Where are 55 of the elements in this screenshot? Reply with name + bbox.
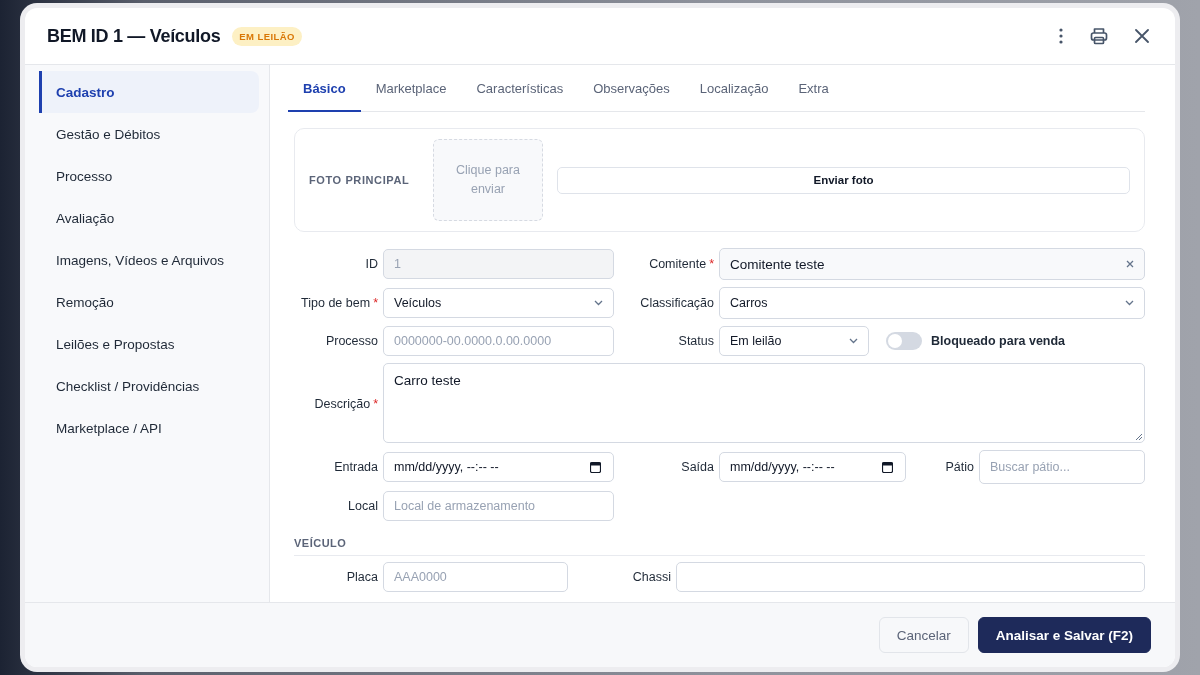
select-field[interactable]: Em leilão: [719, 326, 869, 356]
tab[interactable]: Básico: [288, 65, 361, 112]
clear-icon[interactable]: [1126, 260, 1134, 268]
field-label: Placa: [345, 570, 378, 584]
sidebar-item[interactable]: Gestão e Débitos: [39, 113, 259, 155]
chevron-icon: [849, 338, 858, 344]
sidebar-item[interactable]: Remoção: [39, 281, 259, 323]
sidebar-item[interactable]: Marketplace / API: [39, 407, 259, 449]
section-title: VEÍCULO: [294, 537, 1145, 556]
field-label: Classificação: [639, 296, 714, 310]
date-field[interactable]: mm/dd/yyyy, --:-- --: [383, 452, 614, 482]
field-label: Comitente *: [648, 257, 714, 271]
status-badge: EM LEILÃO: [232, 26, 302, 46]
combo-field[interactable]: Comitente teste: [719, 248, 1145, 280]
resize-grip-icon: [1135, 433, 1142, 440]
photo-label: FOTO PRINCIPAL: [309, 174, 411, 186]
field-label: Entrada: [333, 460, 378, 474]
textarea-field[interactable]: Carro teste: [383, 363, 1145, 443]
printer-icon[interactable]: [1090, 27, 1108, 45]
field-label: Chassi: [631, 570, 671, 584]
save-button[interactable]: Analisar e Salvar (F2): [977, 617, 1151, 653]
tab[interactable]: Observações: [578, 65, 685, 112]
upload-button[interactable]: Enviar foto: [557, 166, 1130, 194]
field-label: Processo: [324, 334, 378, 348]
sidebar-item[interactable]: Cadastro: [39, 71, 259, 113]
calendar-icon: [882, 461, 893, 473]
input-field[interactable]: [676, 562, 1145, 592]
cancel-button[interactable]: Cancelar: [878, 617, 969, 653]
chevron-icon: [1125, 300, 1134, 306]
sidebar-item[interactable]: Checklist / Providências: [39, 365, 259, 407]
calendar-icon: [590, 461, 601, 473]
chevron-icon: [594, 300, 603, 306]
more-icon[interactable]: [1059, 28, 1063, 44]
field-label: ID: [364, 257, 378, 271]
select-field[interactable]: Veículos: [383, 288, 614, 318]
sidebar-item[interactable]: Leilões e Propostas: [39, 323, 259, 365]
field-label: Tipo de bem *: [300, 296, 378, 310]
sidebar-item[interactable]: Processo: [39, 155, 259, 197]
select-field[interactable]: Carros: [719, 287, 1145, 319]
close-icon[interactable]: [1135, 29, 1149, 43]
field-label: Descrição *: [313, 397, 378, 411]
tab[interactable]: Localização: [684, 65, 784, 112]
field-label: Pátio: [944, 460, 974, 474]
sidebar-item[interactable]: Imagens, Vídeos e Arquivos: [39, 239, 259, 281]
dialog-title: BEM ID 1 — Veículos: [47, 25, 221, 47]
tab[interactable]: Extra: [783, 65, 844, 112]
tab[interactable]: Marketplace: [360, 65, 462, 112]
tab[interactable]: Características: [461, 65, 579, 112]
date-field[interactable]: mm/dd/yyyy, --:-- --: [719, 452, 906, 482]
field-label: Local: [347, 499, 378, 513]
field-label: Saída: [680, 460, 714, 474]
toggle-switch[interactable]: [886, 332, 922, 350]
sidebar-item[interactable]: Avaliação: [39, 197, 259, 239]
toggle-label: Bloqueado para venda: [931, 334, 1066, 348]
field-label: Status: [677, 334, 714, 348]
